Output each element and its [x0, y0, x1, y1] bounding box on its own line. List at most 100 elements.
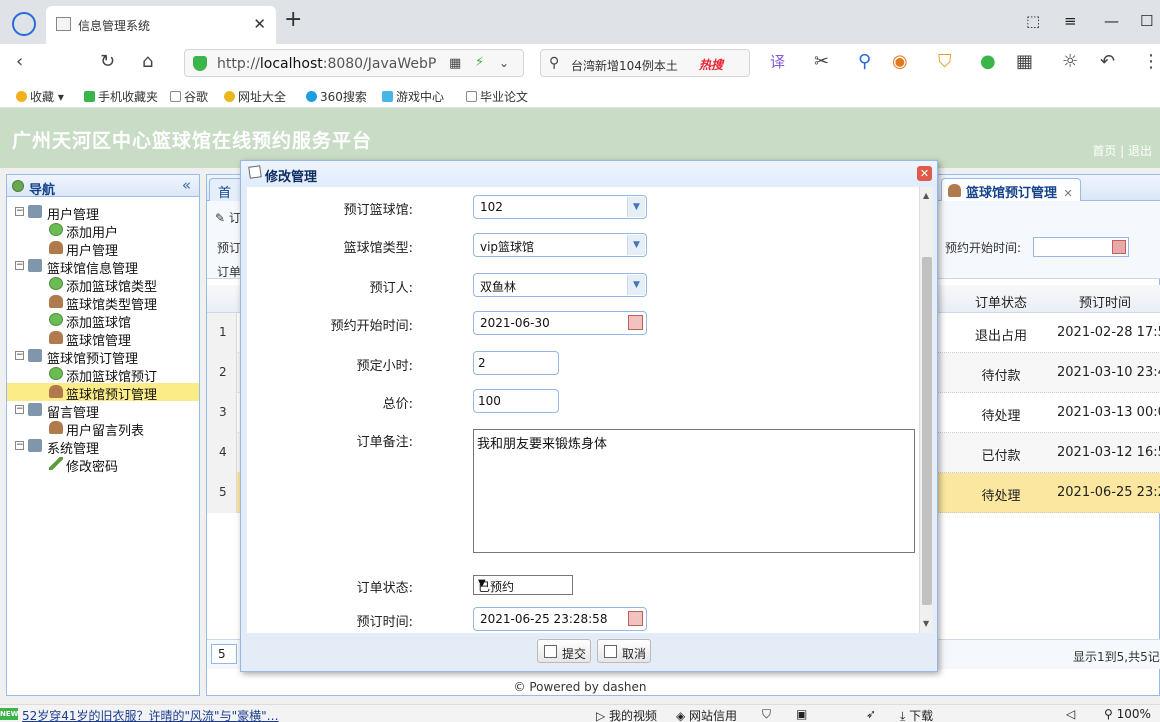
nav-item[interactable]: 修改密码 — [7, 455, 199, 475]
nav-item[interactable]: 添加篮球馆预订 — [7, 365, 199, 385]
site-credit-button[interactable]: ◈ 网站信用 — [676, 707, 737, 722]
label-venue-type: 篮球馆类型: — [343, 241, 413, 256]
column-time[interactable]: 预订时间 — [1079, 292, 1131, 311]
reload-icon[interactable]: ↻ — [100, 52, 115, 72]
price-input[interactable]: 100 — [473, 389, 559, 413]
cell-time: 2021-02-28 17:5 — [1057, 325, 1160, 340]
nav-item[interactable]: − 系统管理 — [7, 437, 199, 457]
nav-item[interactable]: 添加篮球馆 — [7, 311, 199, 331]
qr-icon[interactable]: ▦ — [449, 54, 461, 74]
start-time-input[interactable]: 2021-06-30 — [473, 311, 647, 335]
cancel-button[interactable]: 取消 — [597, 639, 651, 663]
collapse-toggle-icon[interactable]: − — [15, 405, 24, 414]
browser-logo-icon[interactable] — [12, 12, 36, 36]
bookmark-thesis[interactable]: 毕业论文 — [466, 88, 528, 105]
grid-icon[interactable]: ▦ — [1016, 52, 1033, 72]
url-text[interactable]: http://localhost:8080/JavaWebP — [217, 56, 457, 72]
nav-item[interactable]: 添加篮球馆类型 — [7, 275, 199, 295]
more-icon[interactable]: ⋮ — [1142, 52, 1160, 72]
scissors-icon[interactable]: ✂ — [814, 52, 829, 72]
undo-icon[interactable]: ↶ — [1100, 52, 1115, 72]
column-status[interactable]: 订单状态 — [975, 292, 1027, 311]
start-time-search-input[interactable] — [1033, 237, 1129, 257]
chevron-down-icon[interactable]: ▼ — [627, 235, 645, 255]
collapse-toggle-icon[interactable]: − — [15, 207, 24, 216]
venue-type-select[interactable]: vip篮球馆 ▼ — [473, 233, 647, 257]
maximize-icon[interactable]: ☐ — [1140, 12, 1153, 30]
close-icon[interactable]: ✕ — [917, 166, 932, 181]
bookmark-games[interactable]: 游戏中心 — [382, 88, 444, 105]
add-icon — [49, 277, 63, 290]
magnifier-icon[interactable]: ⚲ — [858, 52, 871, 72]
collapse-toggle-icon[interactable]: − — [15, 351, 24, 360]
nav-item[interactable]: 篮球馆预订管理 — [7, 383, 199, 403]
tab-close-icon[interactable]: ✕ — [253, 15, 266, 33]
home-icon[interactable]: ⌂ — [142, 52, 153, 72]
edit-button[interactable]: ✎ 订 — [215, 209, 241, 226]
address-bar[interactable]: http://localhost:8080/JavaWebP ▦ ⚡ ⌄ — [184, 49, 524, 77]
chevron-down-icon[interactable]: ▼ — [627, 197, 645, 217]
memo-textarea[interactable]: 我和朋友要来锻炼身体 — [473, 429, 915, 553]
bookmark-google[interactable]: 谷歌 — [170, 88, 208, 105]
collapse-toggle-icon[interactable]: − — [15, 261, 24, 270]
volume-icon[interactable]: ◁ — [1066, 707, 1075, 721]
lightning-icon[interactable]: ⚡ — [475, 53, 484, 73]
scroll-down-icon[interactable]: ▼ — [923, 619, 929, 628]
nav-item[interactable]: 用户管理 — [7, 239, 199, 259]
new-tab-icon[interactable]: + — [284, 9, 302, 31]
bookmark-hao123[interactable]: 网址大全 — [224, 88, 286, 105]
calendar-icon[interactable] — [628, 611, 643, 626]
menu-icon[interactable]: ≡ — [1064, 12, 1077, 30]
nav-panel-header: 导航 « — [7, 175, 199, 198]
state-select[interactable]: 已预约 ▼ — [473, 575, 573, 595]
dialog-scrollbar[interactable]: ▲ ▼ — [919, 187, 933, 633]
nav-item[interactable]: 添加用户 — [7, 221, 199, 241]
tab-booking-manage[interactable]: 篮球馆预订管理 ✕ — [941, 178, 1081, 201]
brightness-icon[interactable]: ☼ — [1062, 52, 1078, 72]
tab-close-icon[interactable]: ✕ — [1064, 187, 1073, 200]
calendar-icon[interactable] — [1112, 240, 1126, 254]
nav-item[interactable]: − 用户管理 — [7, 203, 199, 223]
skin-icon[interactable]: ⬚ — [1026, 12, 1040, 30]
collapse-icon[interactable]: « — [182, 176, 191, 194]
hours-input[interactable]: 2 — [473, 351, 559, 375]
back-icon[interactable]: ‹ — [16, 52, 23, 72]
nav-item[interactable]: − 篮球馆预订管理 — [7, 347, 199, 367]
green-circle-icon[interactable]: ● — [980, 52, 996, 72]
search-suggestion[interactable]: 台湾新增104例本土 — [571, 57, 678, 74]
chevron-down-icon[interactable]: ⌄ — [499, 53, 509, 73]
scrollbar-thumb[interactable] — [922, 257, 932, 605]
dialog-header[interactable]: 修改管理 ✕ — [241, 161, 937, 185]
translate-icon[interactable]: 译 — [770, 52, 785, 72]
browser-tab[interactable]: 信息管理系统 ✕ — [46, 6, 276, 44]
nav-item[interactable]: 篮球馆管理 — [7, 329, 199, 349]
submit-button[interactable]: 提交 — [537, 639, 591, 663]
download-button[interactable]: ⤓ 下载 — [900, 707, 933, 722]
search-bar[interactable]: ⚲ 台湾新增104例本土 热搜 — [540, 49, 750, 77]
game-icon[interactable]: ◉ — [892, 52, 908, 72]
shield-icon[interactable]: ⛉ — [938, 52, 952, 72]
bookmark-favorites[interactable]: 收藏 ▾ — [16, 88, 64, 105]
minimize-icon[interactable]: — — [1104, 12, 1119, 30]
news-link[interactable]: 52岁穿41岁的旧衣服？许晴的"风流"与"豪横"… — [22, 707, 279, 722]
image-icon[interactable]: ▣ — [796, 707, 807, 721]
zoom-level[interactable]: ⚲ 100% — [1104, 707, 1151, 721]
my-video-button[interactable]: ▷ 我的视频 — [596, 707, 657, 722]
nav-item[interactable]: 篮球馆类型管理 — [7, 293, 199, 313]
booker-select[interactable]: 双鱼林 ▼ — [473, 273, 647, 297]
nav-item[interactable]: 用户留言列表 — [7, 419, 199, 439]
collapse-toggle-icon[interactable]: − — [15, 441, 24, 450]
scroll-up-icon[interactable]: ▲ — [923, 191, 929, 200]
venue-select[interactable]: 102 ▼ — [473, 195, 647, 219]
bookmark-360[interactable]: 360搜索 — [306, 88, 367, 105]
book-time-input[interactable]: 2021-06-25 23:28:58 — [473, 607, 647, 631]
shield-status-icon[interactable]: ⛉ — [762, 707, 771, 722]
bookmark-mobile[interactable]: 手机收藏夹 — [84, 88, 158, 105]
page-size-select[interactable]: 5 — [211, 644, 237, 664]
nav-item[interactable]: − 留言管理 — [7, 401, 199, 421]
header-links[interactable]: 首页 | 退出 — [1092, 142, 1152, 159]
rocket-icon[interactable]: ➶ — [866, 707, 876, 721]
chevron-down-icon[interactable]: ▼ — [627, 275, 645, 295]
nav-item[interactable]: − 篮球馆信息管理 — [7, 257, 199, 277]
calendar-icon[interactable] — [628, 315, 643, 330]
